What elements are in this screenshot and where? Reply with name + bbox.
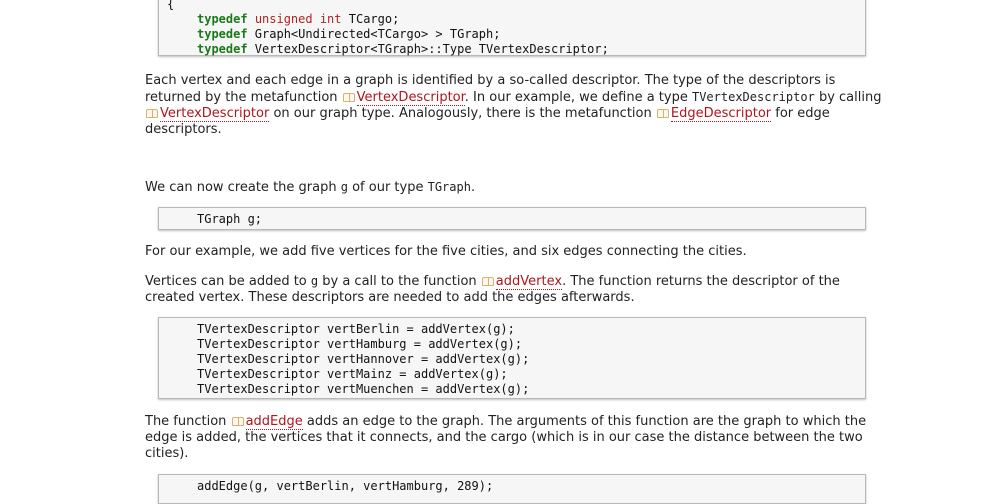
code-line: TVertexDescriptor vertMuenchen = addVert… bbox=[197, 382, 530, 396]
book-icon bbox=[146, 109, 158, 118]
book-icon bbox=[342, 93, 355, 102]
code-line: typedef unsigned int TCargo; bbox=[197, 12, 400, 26]
paragraph-add-edge: The function addEdge adds an edge to the… bbox=[145, 414, 867, 461]
link-edgedescriptor[interactable]: EdgeDescriptor bbox=[670, 106, 772, 122]
link-vertexdescriptor[interactable]: VertexDescriptor bbox=[160, 106, 270, 122]
code-block-add-edges: addEdge(g, vertBerlin, vertHamburg, 289)… bbox=[158, 474, 866, 504]
code-line: TVertexDescriptor vertMainz = addVertex(… bbox=[197, 367, 508, 381]
code-line: addEdge(g, vertBerlin, vertHamburg, 289)… bbox=[197, 479, 494, 493]
book-icon bbox=[231, 417, 244, 426]
code-line: TVertexDescriptor vertHamburg = addVerte… bbox=[197, 337, 523, 351]
paragraph-add-vertices: Vertices can be added to g by a call to … bbox=[145, 274, 840, 305]
code-line: TGraph g; bbox=[197, 212, 263, 226]
code-keyword: typedef bbox=[197, 12, 248, 26]
link-vertexdescriptor[interactable]: VertexDescriptor bbox=[356, 90, 465, 106]
code-line: typedef Graph<Undirected<TCargo> > TGrap… bbox=[197, 27, 501, 41]
code-line: TVertexDescriptor vertBerlin = addVertex… bbox=[197, 322, 515, 336]
inline-code: TVertexDescriptor bbox=[691, 90, 815, 104]
code-block-graph: TGraph g; bbox=[158, 207, 866, 230]
paragraph-example: For our example, we add five vertices fo… bbox=[145, 244, 747, 259]
link-addedge[interactable]: addEdge bbox=[245, 414, 303, 430]
inline-code: g bbox=[340, 180, 348, 194]
book-icon bbox=[656, 109, 669, 118]
inline-code: TGraph bbox=[427, 180, 471, 194]
book-icon bbox=[481, 277, 494, 286]
code-block-typedefs: { typedef unsigned int TCargo; typedef G… bbox=[158, 0, 866, 56]
code-keyword: typedef bbox=[197, 27, 248, 41]
link-addvertex[interactable]: addVertex bbox=[495, 274, 563, 290]
paragraph-create-graph: We can now create the graph g of our typ… bbox=[145, 180, 476, 195]
code-type: unsigned int bbox=[254, 12, 342, 26]
code-line: typedef VertexDescriptor<TGraph>::Type T… bbox=[197, 42, 609, 56]
paragraph-descriptors: Each vertex and each edge in a graph is … bbox=[145, 73, 882, 137]
code-line: TVertexDescriptor vertHannover = addVert… bbox=[197, 352, 530, 366]
code-block-add-vertices: TVertexDescriptor vertBerlin = addVertex… bbox=[158, 317, 866, 399]
code-keyword: typedef bbox=[197, 42, 248, 56]
code-line: { bbox=[167, 0, 175, 11]
